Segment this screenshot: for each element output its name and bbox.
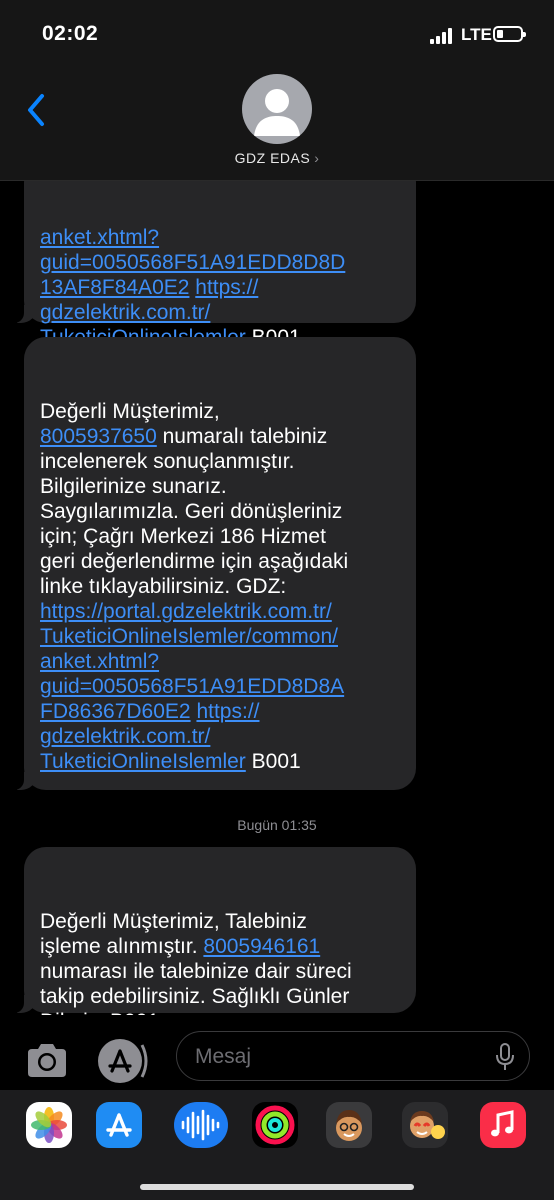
microphone-icon[interactable]	[495, 1043, 515, 1071]
app-store-icon[interactable]	[96, 1102, 142, 1148]
back-chevron-icon[interactable]	[22, 90, 52, 130]
carrier-label: LTE	[461, 25, 492, 44]
home-indicator[interactable]	[140, 1184, 414, 1190]
battery-icon	[493, 26, 526, 42]
photos-icon[interactable]	[26, 1102, 72, 1148]
message-text: numarası ile talebinize dair süreci taki…	[40, 960, 352, 1015]
contact-name-button[interactable]: GDZ EDAS ›	[0, 150, 554, 166]
message-bubble[interactable]: Değerli Müşterimiz, 8005937650 numaralı …	[10, 337, 416, 790]
memoji-stickers-icon[interactable]	[402, 1102, 448, 1148]
message-text: Değerli Müşterimiz,	[40, 400, 220, 423]
message-timestamp: Bugün 01:35	[237, 817, 317, 833]
person-icon	[254, 89, 300, 136]
contact-avatar[interactable]	[242, 74, 312, 144]
imessage-app-drawer	[0, 1090, 554, 1200]
conversation-header: GDZ EDAS ›	[0, 70, 554, 181]
app-store-apps-icon[interactable]	[98, 1039, 150, 1083]
message-text: numaralı talebiniz incelenerek sonuçlanm…	[40, 425, 349, 598]
message-thread[interactable]: anket.xhtml? guid=0050568F51A91EDD8D8D 1…	[0, 181, 554, 1015]
camera-icon[interactable]	[24, 1039, 70, 1083]
message-bubble[interactable]: anket.xhtml? guid=0050568F51A91EDD8D8D 1…	[10, 181, 416, 349]
message-bubble[interactable]: Değerli Müşterimiz, Talebiniz işleme alı…	[10, 847, 416, 1015]
message-input[interactable]: Mesaj	[176, 1031, 530, 1081]
chevron-right-icon: ›	[314, 150, 320, 166]
status-bar: 02:02 LTE	[0, 0, 554, 70]
activity-icon[interactable]	[252, 1102, 298, 1148]
message-link[interactable]: 8005946161	[203, 935, 320, 958]
status-time: 02:02	[42, 22, 99, 45]
compose-bar: Mesaj	[0, 1015, 554, 1090]
message-link[interactable]: 8005937650	[40, 425, 157, 448]
cellular-signal-icon	[430, 28, 456, 44]
audio-message-icon[interactable]	[174, 1102, 228, 1148]
contact-name: GDZ EDAS	[234, 150, 311, 166]
memoji-icon[interactable]	[326, 1102, 372, 1148]
message-input-placeholder: Mesaj	[195, 1045, 252, 1068]
music-icon[interactable]	[480, 1102, 526, 1148]
message-text: B001	[245, 750, 301, 773]
